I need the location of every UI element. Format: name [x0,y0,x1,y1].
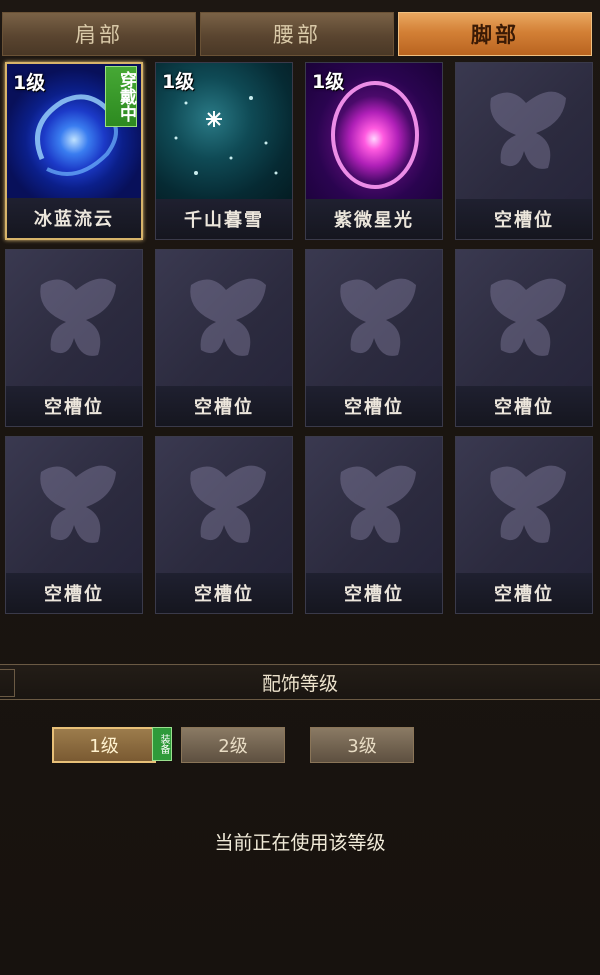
accessory-slot[interactable]: 空槽位 [155,249,293,427]
accessory-slot[interactable]: 空槽位 [305,249,443,427]
tab-feet[interactable]: 脚部 [398,12,592,56]
accessory-slot[interactable]: 空槽位 [455,436,593,614]
section-title: 配饰等级 [261,672,338,695]
item-name: 空槽位 [156,386,292,426]
section-header: 配饰等级 [0,664,600,700]
accessory-slot[interactable]: 1级 紫微星光 [305,62,443,240]
accessory-slot[interactable]: 空槽位 [155,436,293,614]
accessory-slot[interactable]: 空槽位 [305,436,443,614]
butterfly-icon [306,250,442,388]
tab-waist[interactable]: 腰部 [200,12,394,56]
item-name: 空槽位 [156,573,292,613]
accessory-slot[interactable]: 1级 穿戴中 冰蓝流云 [5,62,143,240]
item-name: 空槽位 [306,386,442,426]
butterfly-icon [6,250,142,388]
level-label: 2级 [218,736,248,757]
butterfly-icon [6,437,142,575]
level-button-2[interactable]: 2级 [181,727,285,763]
butterfly-icon [156,437,292,575]
item-name: 冰蓝流云 [7,198,141,238]
item-level: 1级 [13,72,46,94]
accessory-panel: 肩部 腰部 脚部 1级 穿戴中 冰蓝流云 1级 千山暮雪 1级 紫微星光 空槽位… [0,0,600,975]
accessory-slot[interactable]: 1级 千山暮雪 [155,62,293,240]
equip-badge: 装备 [152,727,172,761]
status-text: 当前正在使用该等级 [214,832,386,854]
accessory-slot[interactable]: 空槽位 [455,249,593,427]
item-level: 1级 [162,71,195,93]
item-name: 空槽位 [6,573,142,613]
accessory-slot[interactable]: 空槽位 [5,249,143,427]
butterfly-icon [156,250,292,388]
butterfly-icon [456,437,592,575]
accessory-slot[interactable]: 空槽位 [5,436,143,614]
category-tabs: 肩部 腰部 脚部 [0,12,600,58]
item-name: 空槽位 [6,386,142,426]
equipped-badge: 穿戴中 [105,66,137,127]
item-name: 空槽位 [456,199,592,239]
level-label: 1级 [89,736,119,757]
item-name: 紫微星光 [306,199,442,239]
item-level: 1级 [312,71,345,93]
level-button-3[interactable]: 3级 [310,727,414,763]
level-button-1[interactable]: 1级 装备 [52,727,172,763]
item-name: 空槽位 [456,386,592,426]
item-name: 空槽位 [306,573,442,613]
tab-shoulder[interactable]: 肩部 [2,12,196,56]
item-name: 空槽位 [456,573,592,613]
butterfly-icon [456,63,592,201]
item-name: 千山暮雪 [156,199,292,239]
accessory-slot[interactable]: 空槽位 [455,62,593,240]
butterfly-icon [456,250,592,388]
butterfly-icon [306,437,442,575]
level-label: 3级 [347,736,377,757]
